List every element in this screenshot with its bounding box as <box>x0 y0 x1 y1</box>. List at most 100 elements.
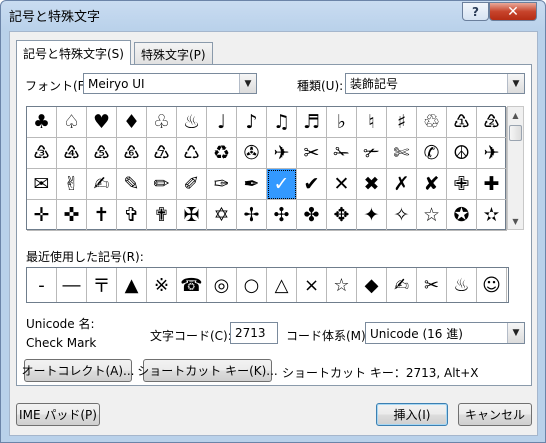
symbol-cell[interactable]: ✪ <box>447 200 477 231</box>
symbol-cell[interactable]: ✆ <box>417 138 447 169</box>
symbol-cell[interactable]: ♦ <box>117 107 147 138</box>
recent-symbol-cell[interactable]: ✍ <box>387 268 417 302</box>
tab-special-characters[interactable]: 特殊文字(P) <box>134 42 213 65</box>
symbol-cell[interactable]: ♹ <box>147 138 177 169</box>
symbol-cell[interactable]: ✌ <box>57 169 87 200</box>
tab-symbols[interactable]: 記号と特殊文字(S) <box>16 40 131 65</box>
recent-symbol-cell[interactable]: ◎ <box>207 268 237 302</box>
symbol-cell[interactable]: ✦ <box>357 200 387 231</box>
recent-symbol-cell[interactable]: × <box>297 268 327 302</box>
recent-symbol-cell[interactable]: ☎ <box>177 268 207 302</box>
symbol-cell[interactable]: ✝ <box>87 200 117 231</box>
symbol-cell[interactable]: ✈ <box>477 138 507 169</box>
symbol-cell[interactable]: ✉ <box>27 169 57 200</box>
symbol-cell[interactable]: ♫ <box>267 107 297 138</box>
font-select[interactable]: Meiryo UI ▼ <box>83 73 257 94</box>
recent-symbol-cell[interactable]: ♨ <box>447 268 477 302</box>
symbol-cell[interactable]: ✣ <box>267 200 297 231</box>
symbol-cell[interactable]: ♥ <box>87 107 117 138</box>
recent-symbol-cell[interactable]: ☺ <box>477 268 507 302</box>
shortcut-key-button[interactable]: ショートカット キー(K)... <box>137 359 278 382</box>
symbol-cell[interactable]: ♮ <box>357 107 387 138</box>
recent-symbol-cell[interactable]: ◆ <box>357 268 387 302</box>
symbol-cell[interactable]: ☆ <box>417 200 447 231</box>
chevron-down-icon[interactable]: ▼ <box>239 74 256 93</box>
symbol-cell[interactable]: ✘ <box>417 169 447 200</box>
symbol-cell[interactable]: ♲ <box>417 107 447 138</box>
symbol-cell[interactable]: ♭ <box>327 107 357 138</box>
symbol-cell[interactable]: ✑ <box>207 169 237 200</box>
symbol-cell[interactable]: ✡ <box>207 200 237 231</box>
symbol-cell[interactable]: ♧ <box>147 107 177 138</box>
cancel-button[interactable]: キャンセル <box>458 403 532 426</box>
symbol-cell[interactable]: ✢ <box>237 200 267 231</box>
char-code-input[interactable]: 2713 <box>230 322 278 344</box>
symbol-cell[interactable]: ✒ <box>237 169 267 200</box>
scroll-thumb[interactable] <box>509 125 522 141</box>
chevron-down-icon[interactable]: ▼ <box>507 323 524 343</box>
symbol-cell[interactable]: ✥ <box>327 200 357 231</box>
recent-symbol-cell[interactable]: ▲ <box>117 268 147 302</box>
recent-symbol-cell[interactable]: ‐ <box>27 268 57 302</box>
symbol-cell[interactable]: ✄ <box>387 138 417 169</box>
symbol-cell[interactable]: ♯ <box>387 107 417 138</box>
recent-symbol-cell[interactable]: ※ <box>147 268 177 302</box>
symbol-cell[interactable]: ♺ <box>177 138 207 169</box>
symbol-cell[interactable]: ✕ <box>327 169 357 200</box>
recent-symbol-cell[interactable]: △ <box>267 268 297 302</box>
symbol-cell[interactable]: ✛ <box>27 200 57 231</box>
recent-symbol-cell[interactable]: 〒 <box>87 268 117 302</box>
help-button[interactable]: ? <box>462 2 489 21</box>
symbol-cell[interactable]: ♴ <box>477 107 507 138</box>
recent-symbol-cell[interactable]: ✂ <box>417 268 447 302</box>
symbol-cell[interactable]: ✇ <box>237 138 267 169</box>
symbol-cell[interactable]: ✖ <box>357 169 387 200</box>
symbol-cell[interactable]: ☮ <box>447 138 477 169</box>
symbol-cell[interactable]: ✟ <box>147 200 177 231</box>
symbol-cell[interactable]: ✐ <box>177 169 207 200</box>
symbol-grid-scrollbar[interactable]: ▲ ▼ <box>507 106 524 230</box>
symbol-cell[interactable]: ♳ <box>447 107 477 138</box>
symbol-cell[interactable]: ✈ <box>267 138 297 169</box>
scroll-down-icon[interactable]: ▼ <box>508 213 523 229</box>
close-button[interactable]: ✕ <box>489 2 537 21</box>
symbol-cell[interactable]: ✧ <box>387 200 417 231</box>
recent-symbol-cell[interactable]: ☆ <box>327 268 357 302</box>
symbol-cell[interactable]: ♻ <box>207 138 237 169</box>
symbol-cell[interactable]: ✫ <box>477 200 507 231</box>
symbol-cell[interactable]: ✏ <box>147 169 177 200</box>
symbol-cell[interactable]: ✔ <box>297 169 327 200</box>
symbol-cell[interactable]: ✎ <box>117 169 147 200</box>
symbol-cell[interactable]: ✁ <box>327 138 357 169</box>
symbol-cell[interactable]: ✂ <box>297 138 327 169</box>
recent-symbol-cell[interactable]: ― <box>57 268 87 302</box>
symbol-cell[interactable]: ♣ <box>27 107 57 138</box>
symbol-cell[interactable]: ✃ <box>357 138 387 169</box>
symbol-cell[interactable]: ✞ <box>117 200 147 231</box>
symbol-cell[interactable]: ✍ <box>87 169 117 200</box>
subset-select[interactable]: 装飾記号 ▼ <box>345 73 525 94</box>
symbol-cell[interactable]: ✤ <box>297 200 327 231</box>
chevron-down-icon[interactable]: ▼ <box>507 74 524 93</box>
symbol-cell[interactable]: ♪ <box>237 107 267 138</box>
symbol-cell[interactable]: ♨ <box>177 107 207 138</box>
symbol-cell[interactable]: ✠ <box>177 200 207 231</box>
code-system-select[interactable]: Unicode (16 進) ▼ <box>365 322 525 344</box>
autocorrect-button[interactable]: オートコレクト(A)... <box>21 359 135 382</box>
symbol-cell[interactable]: ✜ <box>57 200 87 231</box>
symbol-cell[interactable]: ✗ <box>387 169 417 200</box>
symbol-cell[interactable]: ♸ <box>117 138 147 169</box>
symbol-cell[interactable]: ♤ <box>57 107 87 138</box>
symbol-cell[interactable]: ♷ <box>87 138 117 169</box>
insert-button[interactable]: 挿入(I) <box>376 403 448 426</box>
symbol-cell[interactable]: ♬ <box>297 107 327 138</box>
symbol-cell[interactable]: ♶ <box>57 138 87 169</box>
ime-pad-button[interactable]: IME パッド(P) <box>16 403 100 426</box>
recent-symbol-cell[interactable]: ○ <box>237 268 267 302</box>
symbol-cell[interactable]: ✚ <box>477 169 507 200</box>
symbol-cell[interactable]: ♵ <box>27 138 57 169</box>
symbol-cell[interactable]: ♩ <box>207 107 237 138</box>
scroll-up-icon[interactable]: ▲ <box>508 107 523 123</box>
symbol-cell[interactable]: ✙ <box>447 169 477 200</box>
symbol-cell-selected[interactable]: ✓ <box>267 169 297 200</box>
